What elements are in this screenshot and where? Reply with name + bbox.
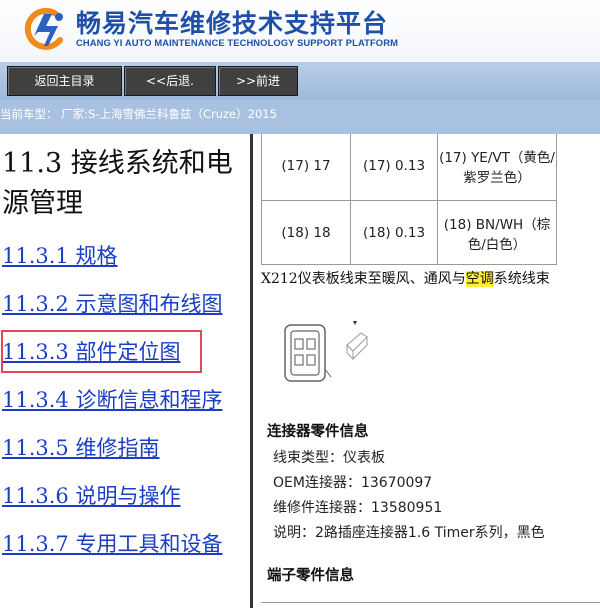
brand-name-en: CHANG YI AUTO MAINTENANCE TECHNOLOGY SUP…: [76, 37, 398, 48]
harness-type: 线束类型：仪表板: [273, 450, 385, 466]
toolbar: 返回主目录 <<后退. >>前进: [0, 62, 600, 100]
active-item-highlight: [1, 330, 202, 373]
brand-name-cn: 畅易汽车维修技术支持平台: [76, 9, 389, 38]
wire-size-cell: (18) 0.13: [350, 200, 438, 265]
terminal-table: [261, 602, 600, 608]
connector-description: 说明：2路插座连接器1.6 Timer系列，黑色: [273, 525, 545, 541]
highlighted-term: 空调: [465, 271, 494, 287]
connector-diagram: [284, 321, 368, 382]
nav-link-11-3-6[interactable]: 11.3.6 说明与操作: [2, 480, 180, 510]
content-pane: (17) 17 (17) 0.13 (17) YE/VT（黄色/紫罗兰色） (1…: [253, 134, 600, 608]
nav-link-11-3-4[interactable]: 11.3.4 诊断信息和程序: [2, 384, 222, 414]
oem-connector: OEM连接器：13670097: [273, 475, 433, 491]
pin-cell: (18) 18: [261, 200, 351, 265]
pin-cell: (17) 17: [261, 134, 351, 201]
terminal-info-heading: 端子零件信息: [267, 568, 354, 584]
table-row: (18) 18 (18) 0.13 (18) BN/WH（棕色/白色）: [261, 200, 557, 265]
header-banner: 畅易汽车维修技术支持平台 CHANG YI AUTO MAINTENANCE T…: [0, 0, 600, 62]
connector-title-text: X212仪表板线束至暖风、通风与: [261, 271, 466, 287]
nav-link-11-3-7[interactable]: 11.3.7 专用工具和设备: [2, 528, 222, 558]
connector-title: X212仪表板线束至暖风、通风与空调系统线束: [261, 268, 550, 288]
section-title: 11.3 接线系统和电源管理: [2, 148, 233, 219]
forward-button[interactable]: >>前进: [218, 66, 298, 96]
nav-link-11-3-2[interactable]: 11.3.2 示意图和布线图: [2, 288, 222, 318]
current-vehicle-label: 当前车型： 厂家:S-上海雪佛兰科鲁兹（Cruze）2015: [0, 107, 277, 121]
cy-logo-icon: [24, 7, 63, 50]
wire-size-cell: (17) 0.13: [350, 134, 438, 201]
connector-title-suffix: 系统线束: [493, 271, 550, 287]
service-connector: 维修件连接器：13580951: [273, 500, 443, 516]
wire-color-cell: (18) BN/WH（棕色/白色）: [437, 200, 557, 265]
pin-table: (17) 17 (17) 0.13 (17) YE/VT（黄色/紫罗兰色） (1…: [261, 134, 557, 265]
home-button[interactable]: 返回主目录: [7, 66, 122, 96]
table-row: (17) 17 (17) 0.13 (17) YE/VT（黄色/紫罗兰色）: [261, 134, 557, 201]
nav-link-11-3-1[interactable]: 11.3.1 规格: [2, 240, 117, 270]
wire-color-cell: (17) YE/VT（黄色/紫罗兰色）: [437, 134, 557, 201]
connector-info-heading: 连接器零件信息: [267, 424, 369, 440]
back-button[interactable]: <<后退.: [124, 66, 216, 96]
nav-link-11-3-5[interactable]: 11.3.5 维修指南: [2, 432, 159, 462]
